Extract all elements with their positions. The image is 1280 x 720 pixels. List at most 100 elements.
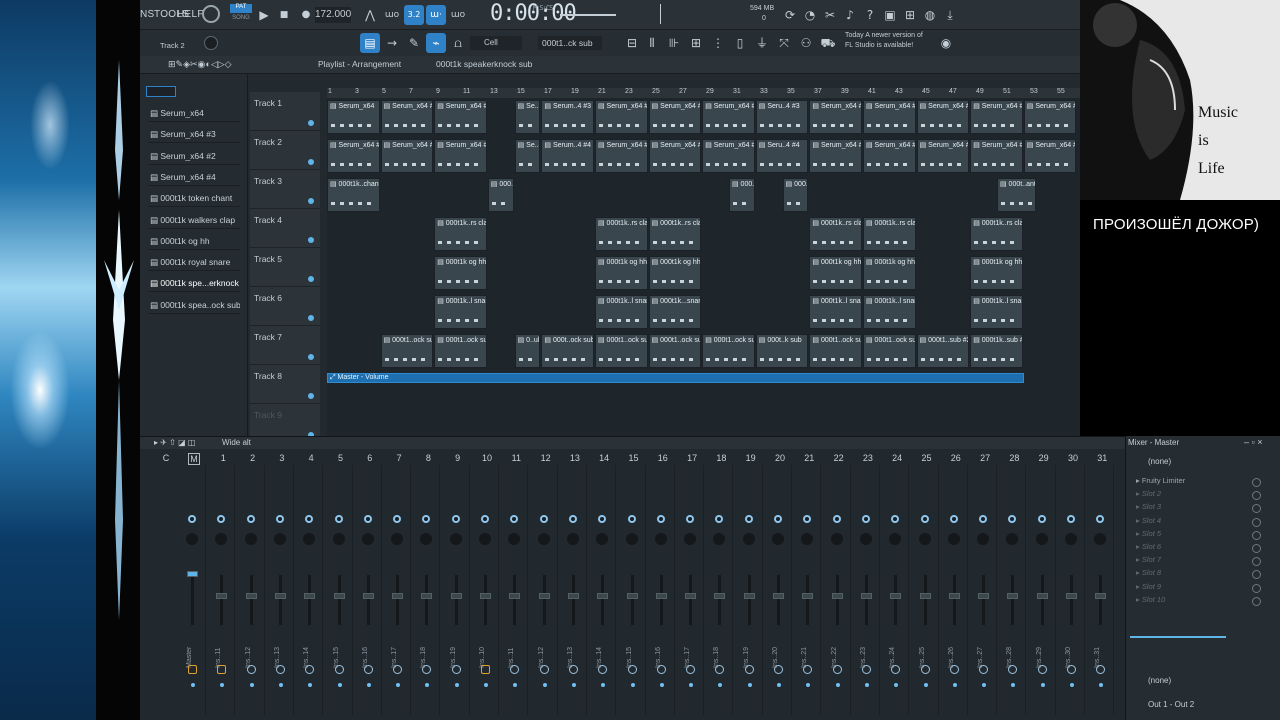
route-icon[interactable] xyxy=(1067,665,1076,674)
route-icon[interactable] xyxy=(334,665,344,674)
plugin-icon[interactable]: ⊞ xyxy=(900,5,920,25)
route-icon[interactable] xyxy=(686,665,696,674)
playlist-clip[interactable]: ▤ 000t1k..rs clap xyxy=(809,217,862,251)
route-dot[interactable] xyxy=(982,683,987,687)
route-dot[interactable] xyxy=(396,683,401,687)
volume-knob[interactable] xyxy=(803,515,812,523)
volume-knob[interactable] xyxy=(451,515,460,523)
fader-track[interactable] xyxy=(1099,575,1103,625)
playlist-clip[interactable]: ▤ 000t1..ock sub xyxy=(648,334,702,368)
route-icon[interactable] xyxy=(979,665,989,674)
route-icon[interactable] xyxy=(539,665,549,674)
effect-slot-toggle[interactable] xyxy=(1252,491,1261,501)
effect-slot-toggle[interactable] xyxy=(1252,517,1261,527)
volume-knob[interactable] xyxy=(539,515,548,523)
playlist-clip[interactable]: ▤ 000t1k..sub #2 xyxy=(970,334,1023,368)
route-icon[interactable] xyxy=(656,665,666,674)
pattern-item[interactable]: ▤ 000t1k walkers clap xyxy=(148,211,240,229)
fader-track[interactable] xyxy=(806,575,810,625)
route-icon[interactable] xyxy=(774,665,783,674)
pan-knob[interactable] xyxy=(596,533,609,545)
route-icon[interactable] xyxy=(1096,665,1106,674)
fader-cap[interactable] xyxy=(597,593,609,599)
playlist-clip[interactable]: ▤ Serum_x64 #4 xyxy=(648,139,702,173)
fader-cap[interactable] xyxy=(860,593,872,599)
fader-track[interactable] xyxy=(366,575,370,625)
mixer-strip[interactable]: Ins..17 xyxy=(678,465,705,715)
track-mute-dot[interactable] xyxy=(308,276,314,282)
playlist-clip[interactable]: ▤ 000t1k og hh xyxy=(809,256,862,290)
effect-slot-toggle[interactable] xyxy=(1252,557,1261,567)
loop-record-icon[interactable]: ɯo xyxy=(448,5,468,25)
mixer-strip[interactable]: Ins..13 xyxy=(268,465,294,715)
mixer-strip[interactable]: Ins..11 xyxy=(502,465,529,715)
playlist-clip[interactable]: ▤ 000t1..ock sub xyxy=(380,334,434,368)
fader-track[interactable] xyxy=(689,575,693,625)
fader-cap[interactable] xyxy=(538,593,550,599)
plug-icon[interactable]: ⏚ xyxy=(752,33,772,53)
effect-slot[interactable]: ▸ Slot 9 xyxy=(1136,582,1261,595)
volume-knob[interactable] xyxy=(305,515,314,523)
playlist-clip[interactable]: ▤ Se..4 xyxy=(514,139,541,173)
pan-knob[interactable] xyxy=(391,533,404,545)
fader-cap[interactable] xyxy=(831,593,843,599)
effect-slot-toggle[interactable] xyxy=(1252,504,1261,514)
pan-knob[interactable] xyxy=(918,533,931,545)
pan-knob[interactable] xyxy=(684,533,697,545)
mixer-strip[interactable]: Ins..11 xyxy=(209,465,236,715)
volume-knob[interactable] xyxy=(920,515,929,523)
fader-cap[interactable] xyxy=(1007,593,1019,599)
playlist-clip[interactable]: ▤ 000t1..ock sub xyxy=(863,334,916,368)
route-icon[interactable] xyxy=(1037,665,1047,674)
mixer-strip[interactable]: Ins..27 xyxy=(971,465,998,715)
mixer-strip[interactable]: Ins..20 xyxy=(766,465,792,715)
route-dot[interactable] xyxy=(718,683,723,687)
fader-track[interactable] xyxy=(278,575,282,625)
pan-knob[interactable] xyxy=(859,533,872,545)
record-icon[interactable]: ● xyxy=(296,5,316,25)
fader-track[interactable] xyxy=(630,575,634,625)
playlist-clip[interactable]: ▤ 0..ub xyxy=(514,334,541,368)
playlist-clip[interactable]: ▤ Serum..4 #4 xyxy=(541,139,594,173)
pan-knob[interactable] xyxy=(654,533,667,545)
fader-cap[interactable] xyxy=(216,593,228,599)
fader-cap[interactable] xyxy=(304,593,316,599)
mixer-strip[interactable]: Ins..15 xyxy=(327,465,353,715)
volume-knob[interactable] xyxy=(656,515,665,523)
pan-knob[interactable] xyxy=(186,533,198,545)
mixer-strip[interactable]: Ins..22 xyxy=(825,465,851,715)
cut-icon[interactable]: ⊟ xyxy=(622,33,642,53)
pan-knob[interactable] xyxy=(713,533,726,545)
pat-toggle[interactable]: PAT xyxy=(230,4,252,13)
playlist-clip[interactable]: ▤ Serum_x64 #4 xyxy=(970,139,1023,173)
pan-knob[interactable] xyxy=(537,533,550,545)
mixer-strip[interactable]: Master xyxy=(180,465,206,715)
route-dot[interactable] xyxy=(220,683,225,687)
mic-icon[interactable]: ♪ xyxy=(840,5,860,25)
input-selector[interactable]: (none) xyxy=(1148,457,1171,466)
pan-knob[interactable] xyxy=(244,533,257,545)
fader-track[interactable] xyxy=(454,575,458,625)
playlist-clip[interactable]: ▤ Seru..4 #4 xyxy=(755,139,809,173)
pan-knob[interactable] xyxy=(303,533,316,545)
playlist-clip[interactable]: ▤ 000t1k..l snare xyxy=(970,295,1023,329)
pan-knob[interactable] xyxy=(420,533,433,545)
pan-knob[interactable] xyxy=(332,533,345,545)
countdown-icon[interactable]: 3.2 xyxy=(404,5,424,25)
pencil-icon[interactable]: ✎ xyxy=(404,33,424,53)
mixer-strip[interactable]: Ins..28 xyxy=(1000,465,1027,715)
volume-knob[interactable] xyxy=(979,515,988,523)
playlist-clip[interactable]: ▤ Serum_x64 #3 xyxy=(595,100,648,134)
route-icon[interactable] xyxy=(949,665,959,674)
fader-cap[interactable] xyxy=(978,593,990,599)
pattern-item[interactable]: ▤ 000t1k royal snare xyxy=(148,253,240,272)
arrow-icon[interactable]: → xyxy=(382,33,402,53)
play-icon[interactable]: ▶ xyxy=(254,5,274,25)
route-icon[interactable] xyxy=(744,665,754,674)
pattern-item[interactable]: ▤ 000t1k spea..ock sub #2 xyxy=(148,296,240,314)
track-header[interactable]: Track 7 xyxy=(250,326,320,365)
effect-slot[interactable]: ▸ Fruity Limiter xyxy=(1136,476,1261,489)
route-dot[interactable] xyxy=(249,683,254,687)
playlist-clip[interactable]: ▤ Serum_x64 #3 xyxy=(434,100,487,134)
volume-knob[interactable] xyxy=(949,515,958,523)
